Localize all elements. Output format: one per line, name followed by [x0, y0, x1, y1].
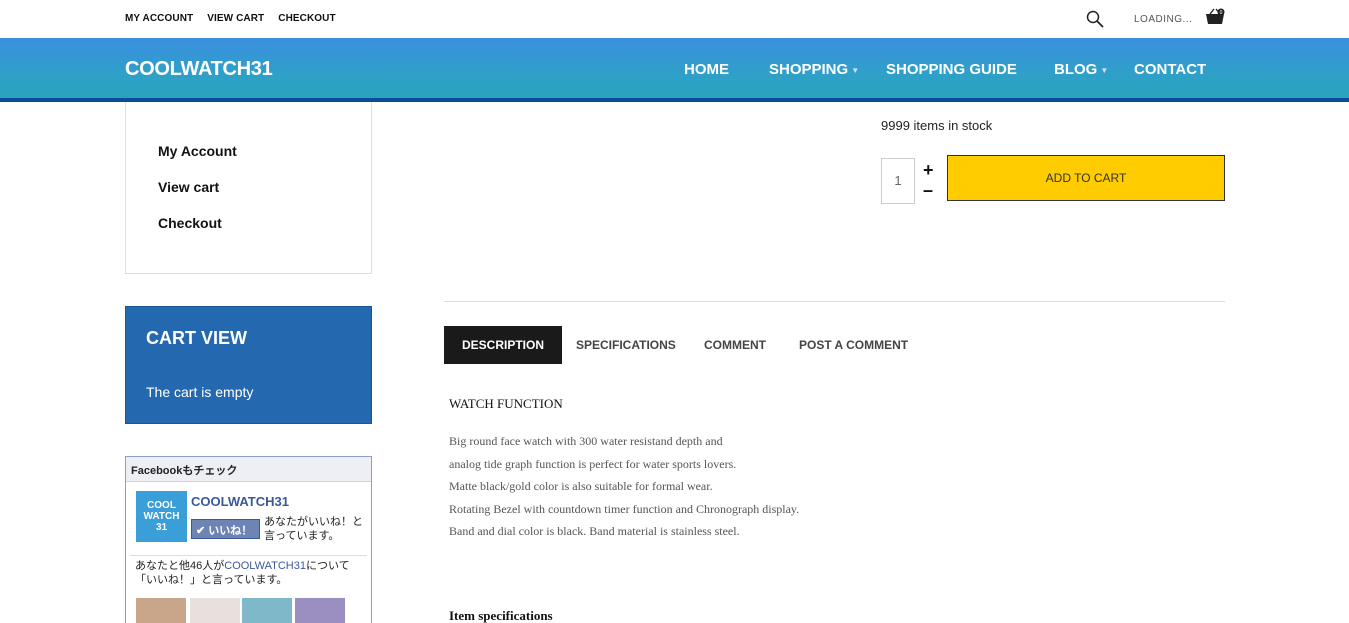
- facebook-page-link[interactable]: COOLWATCH31: [224, 560, 306, 572]
- tab-specifications[interactable]: SPECIFICATIONS: [576, 326, 676, 364]
- chevron-down-icon: ▼: [851, 65, 860, 75]
- chevron-down-icon: ▼: [1100, 65, 1109, 75]
- tab-post-a-comment[interactable]: POST A COMMENT: [799, 326, 908, 364]
- description-line: Big round face watch with 300 water resi…: [449, 434, 723, 448]
- stock-status: 9999 items in stock: [881, 118, 993, 133]
- cart-view-title: CART VIEW: [146, 328, 247, 348]
- nav-shopping-guide[interactable]: SHOPPING GUIDE: [886, 61, 1017, 78]
- facebook-widget-header: Facebookもチェック: [126, 457, 371, 482]
- sidebar-link-checkout[interactable]: Checkout: [158, 215, 222, 231]
- divider: [444, 301, 1225, 302]
- description-line: Matte black/gold color is also suitable …: [449, 479, 713, 493]
- top-utility-bar: MY ACCOUNT VIEW CART CHECKOUT LOADING...…: [0, 0, 1349, 38]
- facebook-like-button[interactable]: ✔ いいね！: [191, 519, 260, 539]
- shopping-basket-icon[interactable]: 0: [1205, 8, 1225, 26]
- fan-avatar[interactable]: [295, 598, 345, 623]
- description-line: Rotating Bezel with countdown timer func…: [449, 501, 800, 516]
- divider: [130, 555, 367, 556]
- fan-avatar[interactable]: [136, 598, 186, 623]
- facebook-like-status: あなたがいいね！と言っています。: [264, 516, 363, 542]
- tab-comment[interactable]: COMMENT: [704, 326, 766, 364]
- search-icon[interactable]: [1086, 10, 1104, 28]
- description-line: Band and dial color is black. Band mater…: [449, 524, 740, 538]
- facebook-page-name[interactable]: COOLWATCH31: [191, 494, 289, 509]
- fan-avatar[interactable]: [190, 598, 240, 623]
- product-description: WATCH FUNCTION Big round face watch with…: [449, 396, 799, 543]
- nav-shopping[interactable]: SHOPPING ▼: [769, 61, 859, 78]
- sidebar-link-view-cart[interactable]: View cart: [158, 179, 219, 195]
- account-links-box: My Account View cart Checkout: [125, 102, 372, 274]
- quantity-input[interactable]: 1: [881, 158, 915, 204]
- add-to-cart-button[interactable]: ADD TO CART: [947, 155, 1225, 201]
- top-link-view-cart[interactable]: VIEW CART: [207, 13, 264, 24]
- description-line: analog tide graph function is perfect fo…: [449, 456, 737, 471]
- top-link-checkout[interactable]: CHECKOUT: [278, 13, 335, 24]
- description-title: WATCH FUNCTION: [449, 396, 563, 411]
- site-logo[interactable]: COOLWATCH31: [125, 58, 273, 81]
- top-link-my-account[interactable]: MY ACCOUNT: [125, 13, 193, 24]
- main-nav-bar: COOLWATCH31 HOME SHOPPING ▼ SHOPPING GUID…: [0, 38, 1349, 102]
- nav-blog[interactable]: BLOG ▼: [1054, 61, 1108, 78]
- tab-description[interactable]: DESCRIPTION: [444, 326, 563, 364]
- cart-view-panel: CART VIEW The cart is empty: [125, 306, 372, 424]
- quantity-decrease-icon[interactable]: –: [923, 180, 933, 201]
- facebook-page-avatar[interactable]: COOL WATCH 31: [136, 491, 187, 542]
- nav-home[interactable]: HOME: [684, 61, 729, 78]
- svg-text:0: 0: [1220, 10, 1223, 16]
- nav-contact[interactable]: CONTACT: [1134, 61, 1206, 78]
- facebook-widget: Facebookもチェック COOL WATCH 31 COOLWATCH31 …: [125, 456, 372, 623]
- cart-status-text: The cart is empty: [146, 384, 254, 400]
- fan-avatar[interactable]: [242, 598, 292, 623]
- cart-loading-text: LOADING...: [1134, 14, 1193, 25]
- top-links: MY ACCOUNT VIEW CART CHECKOUT: [125, 13, 336, 24]
- quantity-increase-icon[interactable]: +: [923, 160, 934, 181]
- item-specifications-title: Item specifications: [449, 608, 553, 623]
- facebook-like-count: あなたと他46人がCOOLWATCH31について「いいね！」と言っています。: [135, 560, 350, 586]
- sidebar-link-my-account[interactable]: My Account: [158, 143, 237, 159]
